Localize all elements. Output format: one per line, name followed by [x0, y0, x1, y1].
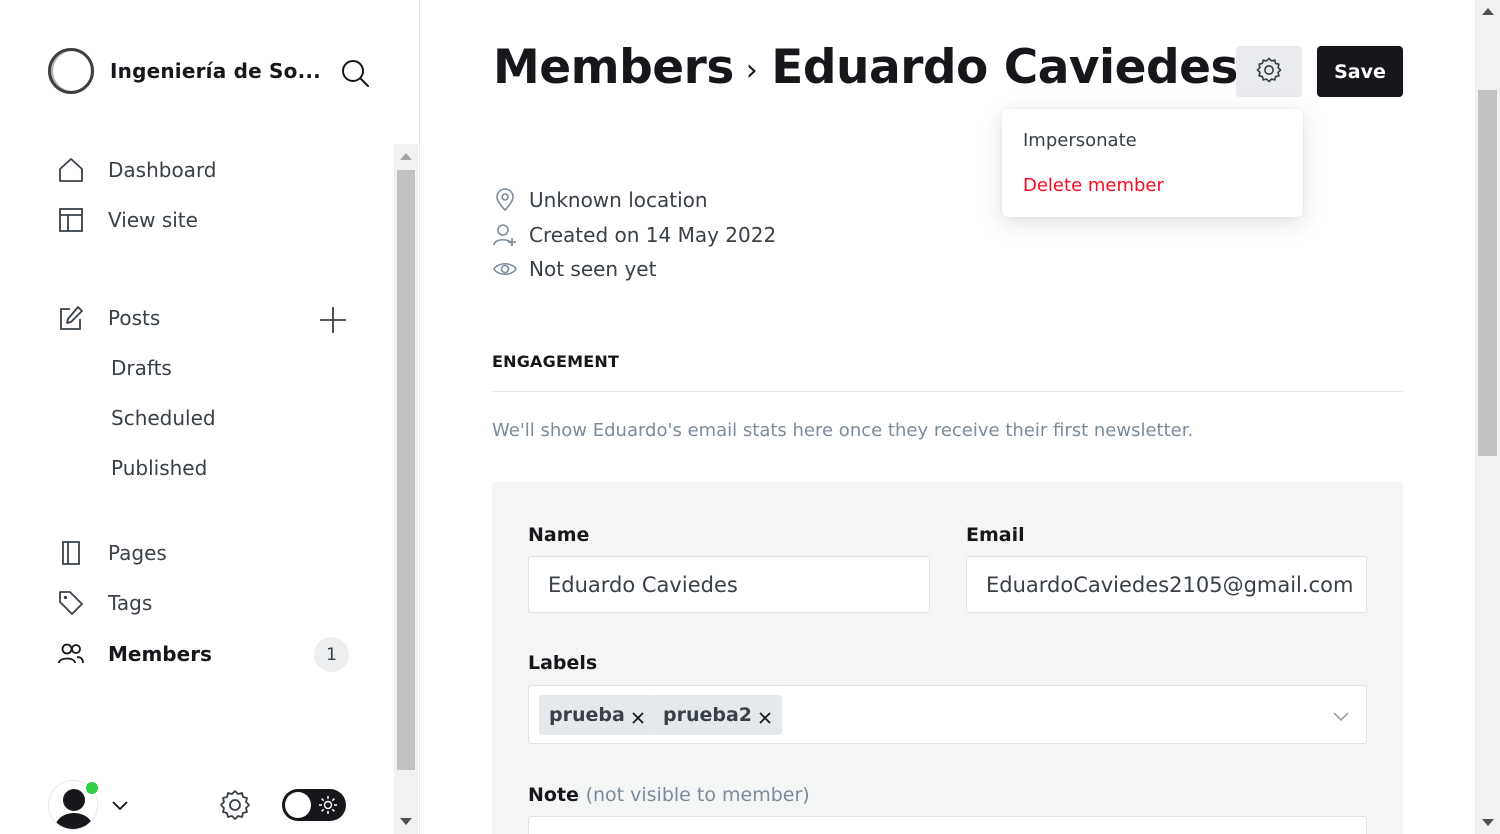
location-text: Unknown location	[529, 188, 708, 212]
sidebar-item-dashboard[interactable]: Dashboard	[56, 154, 217, 186]
close-icon[interactable]	[758, 708, 772, 724]
note-field[interactable]	[528, 816, 1367, 834]
sidebar-item-label: Members	[108, 642, 212, 666]
site-logo[interactable]	[48, 48, 94, 94]
sidebar: Ingeniería de So... Dashboard View site …	[0, 0, 420, 834]
email-field[interactable]: EduardoCaviedes2105@gmail.com	[966, 556, 1367, 613]
new-post-plus-icon[interactable]	[318, 305, 348, 335]
main-content: Members › Eduardo Caviedes Save Imperson…	[421, 0, 1475, 834]
member-name-heading: Eduardo Caviedes	[771, 40, 1239, 95]
avatar-head	[63, 789, 85, 811]
delete-member-menu-item[interactable]: Delete member	[1023, 175, 1164, 196]
name-label: Name	[528, 524, 590, 546]
last-seen-text: Not seen yet	[529, 257, 657, 281]
note-label: Note (not visible to member)	[528, 784, 810, 806]
toggle-knob	[285, 792, 311, 818]
avatar-body	[55, 813, 93, 829]
site-title[interactable]: Ingeniería de So...	[110, 59, 321, 83]
label-chip-text: prueba2	[663, 704, 753, 726]
member-actions-dropdown: Impersonate Delete member	[1002, 109, 1303, 217]
sidebar-item-view-site[interactable]: View site	[56, 204, 198, 236]
page-title: Members › Eduardo Caviedes	[493, 40, 1239, 95]
search-icon[interactable]	[340, 58, 370, 88]
user-add-icon	[493, 223, 517, 247]
location-pin-icon	[493, 188, 517, 212]
breadcrumb-members-link[interactable]: Members	[493, 40, 734, 95]
engagement-heading: ENGAGEMENT	[492, 352, 620, 371]
close-icon[interactable]	[631, 708, 645, 724]
eye-icon	[493, 257, 517, 281]
member-created: Created on 14 May 2022	[493, 223, 776, 247]
sidebar-item-members[interactable]: Members	[56, 638, 212, 670]
online-status-dot	[84, 780, 100, 796]
member-actions-button[interactable]	[1236, 46, 1302, 97]
engagement-note: We'll show Eduardo's email stats here on…	[492, 420, 1194, 441]
scroll-down-arrow-icon[interactable]	[1482, 819, 1494, 826]
sidebar-item-label: Posts	[108, 306, 161, 330]
gear-icon[interactable]	[218, 788, 252, 822]
section-divider	[492, 391, 1403, 392]
sidebar-item-label: Tags	[108, 591, 153, 615]
sidebar-item-pages[interactable]: Pages	[56, 537, 167, 569]
scroll-down-arrow-icon[interactable]	[400, 818, 412, 825]
tag-icon	[56, 588, 86, 618]
scrollbar-thumb[interactable]	[1478, 90, 1497, 456]
scroll-up-arrow-icon[interactable]	[400, 153, 412, 160]
impersonate-menu-item[interactable]: Impersonate	[1023, 130, 1137, 151]
member-location: Unknown location	[493, 188, 708, 212]
home-icon	[56, 155, 86, 185]
labels-label: Labels	[528, 652, 598, 674]
breadcrumb-separator-icon: ›	[745, 53, 758, 88]
layout-icon	[56, 205, 86, 235]
save-button[interactable]: Save	[1317, 46, 1403, 97]
gear-icon	[1255, 56, 1283, 88]
members-count-badge: 1	[314, 637, 349, 672]
scrollbar-thumb[interactable]	[397, 170, 415, 770]
labels-select[interactable]: prueba prueba2	[528, 685, 1367, 744]
note-label-text: Note	[528, 784, 579, 806]
label-chip: prueba2	[653, 695, 783, 735]
created-text: Created on 14 May 2022	[529, 223, 777, 247]
theme-toggle[interactable]	[282, 789, 346, 821]
sidebar-item-label: Pages	[108, 541, 167, 565]
sidebar-scrollbar[interactable]	[394, 144, 418, 834]
sidebar-item-posts[interactable]: Posts	[56, 302, 160, 334]
note-hint: (not visible to member)	[585, 784, 810, 806]
sidebar-item-published[interactable]: Published	[111, 456, 207, 480]
sidebar-item-drafts[interactable]: Drafts	[111, 356, 172, 380]
members-icon	[56, 639, 86, 669]
chevron-down-icon[interactable]	[110, 795, 130, 815]
chevron-down-icon[interactable]	[1331, 706, 1351, 726]
member-last-seen: Not seen yet	[493, 257, 656, 281]
page-icon	[56, 538, 86, 568]
page-scrollbar[interactable]	[1475, 0, 1500, 834]
sun-icon	[318, 795, 338, 815]
sidebar-item-label: Dashboard	[108, 158, 217, 182]
label-chip: prueba	[539, 695, 655, 735]
site-header[interactable]: Ingeniería de So...	[48, 48, 321, 94]
label-chip-text: prueba	[549, 704, 625, 726]
email-label: Email	[966, 524, 1025, 546]
sidebar-item-scheduled[interactable]: Scheduled	[111, 406, 216, 430]
name-field[interactable]: Eduardo Caviedes	[528, 556, 930, 613]
scroll-up-arrow-icon[interactable]	[1482, 8, 1494, 15]
edit-icon	[56, 303, 86, 333]
sidebar-item-tags[interactable]: Tags	[56, 587, 152, 619]
sidebar-item-label: View site	[108, 208, 198, 232]
member-form: Name Eduardo Caviedes Email EduardoCavie…	[492, 482, 1403, 834]
